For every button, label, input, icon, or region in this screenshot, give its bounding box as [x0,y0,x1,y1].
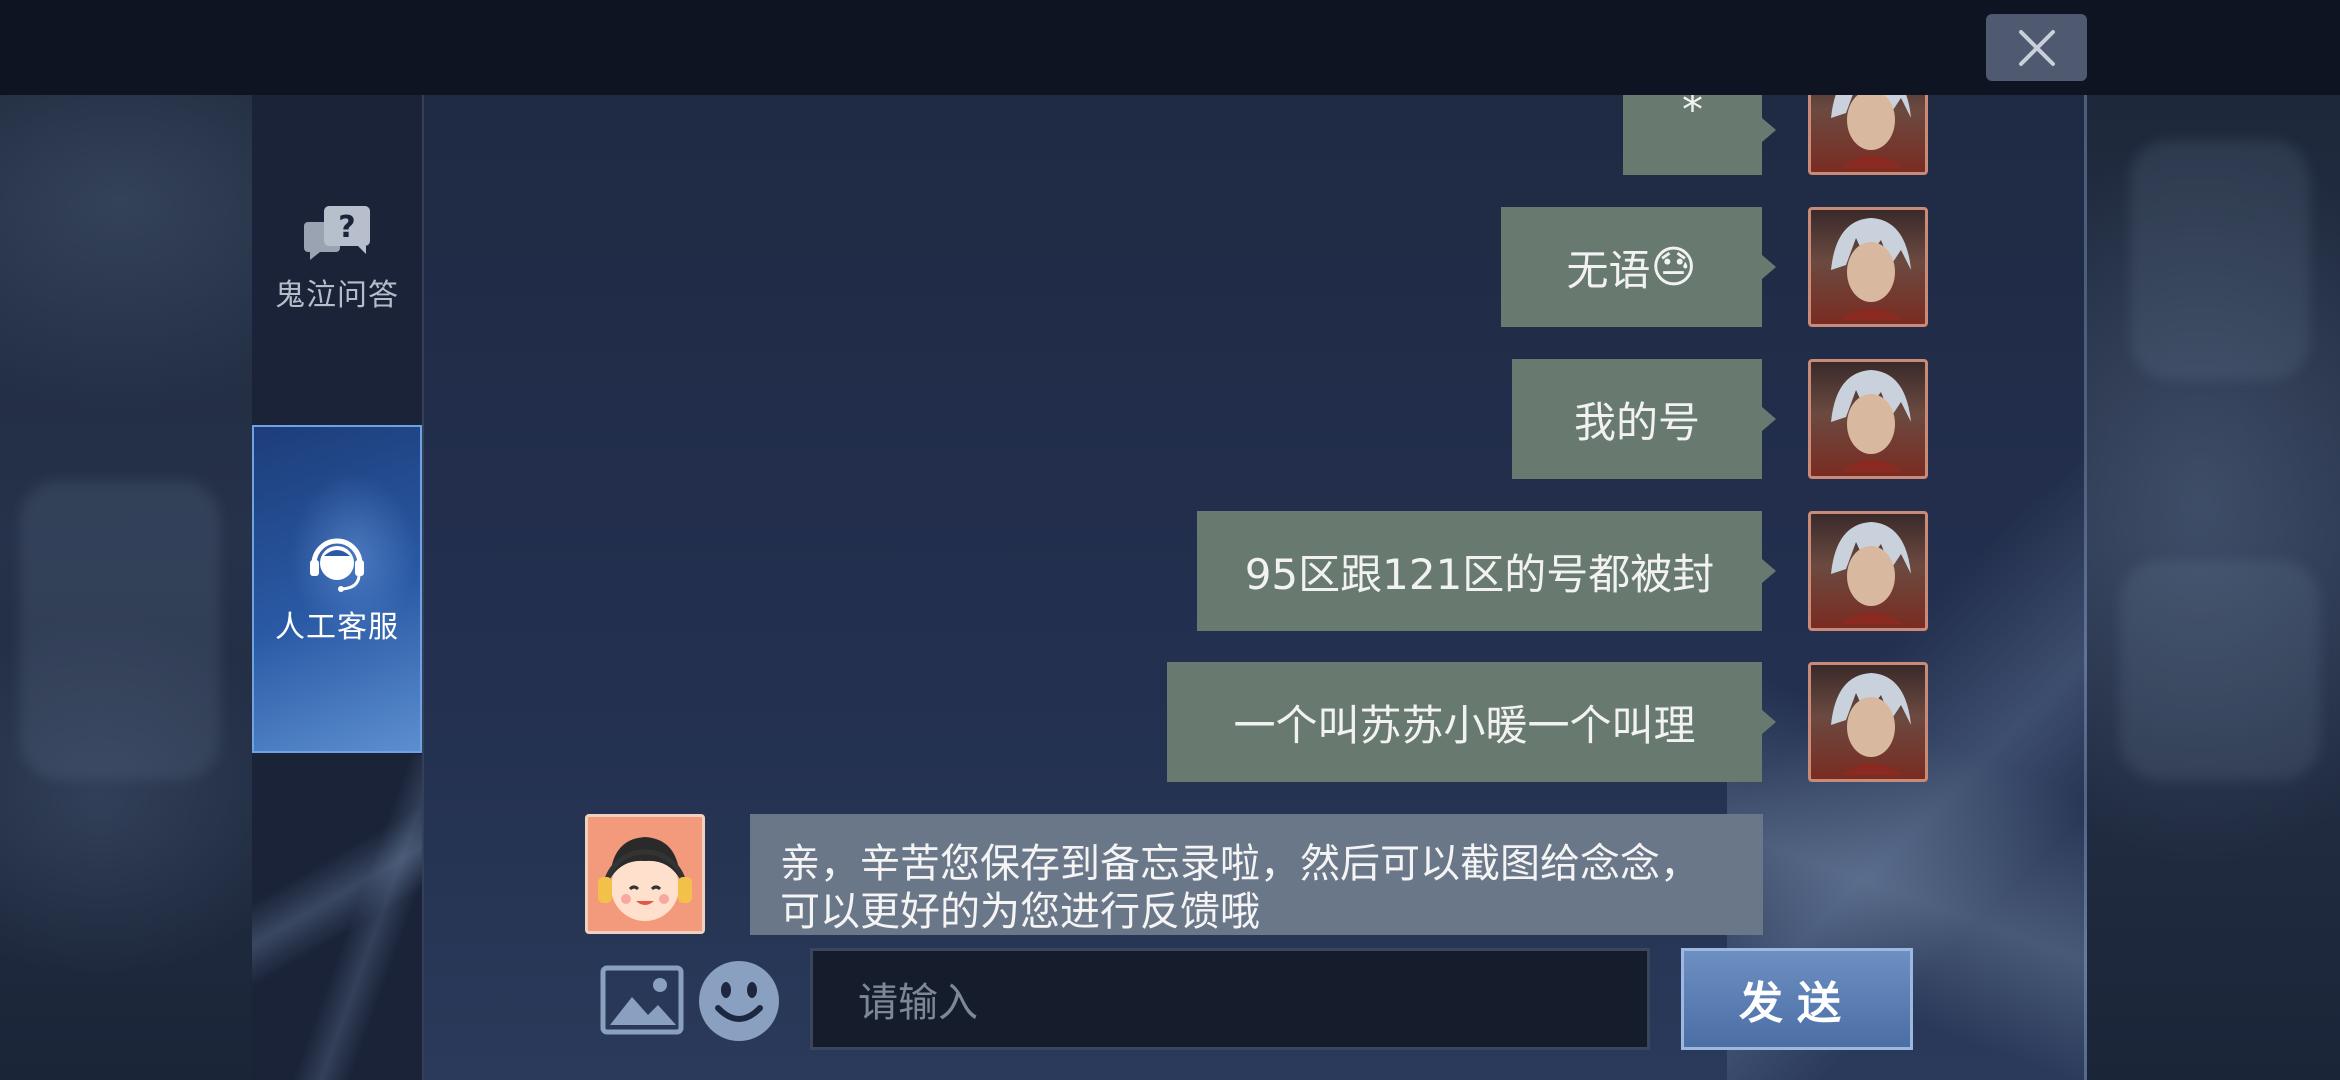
input-placeholder: 请输入 [858,980,978,1026]
avatar-portrait [1831,95,1911,168]
ice-shard-decoration [252,755,422,1080]
avatar-portrait [1831,522,1911,624]
background-blur-shape [20,480,220,780]
agent-cartoon-avatar [598,837,692,921]
user-message-bubble: 无语 😓 [1501,207,1776,327]
sidebar: ? 鬼泣问答 人工客服 [252,95,424,1080]
avatar-portrait [1831,673,1911,775]
user-message-bubble: 一个叫苏苏小暖一个叫理 [1167,662,1776,782]
svg-text:?: ? [338,210,355,245]
emoji-button[interactable] [696,958,782,1048]
user-avatar[interactable] [1808,511,1928,631]
avatar-portrait [1831,218,1911,320]
avatar-portrait [1831,370,1911,472]
user-message-bubble: * [1623,95,1776,175]
image-button[interactable] [600,965,684,1039]
image-icon [600,965,684,1035]
top-bar [0,0,2340,95]
send-button[interactable]: 发送 [1681,948,1913,1050]
panel-edge [2084,95,2087,1080]
agent-avatar[interactable] [585,814,705,934]
message-text: * [1682,95,1703,134]
sidebar-item-label: 人工客服 [275,610,399,645]
close-icon [2018,29,2055,66]
message-text: 亲，辛苦您保存到备忘录啦，然后可以截图给念念，可以更好的为您进行反馈哦 [780,841,1700,935]
user-avatar[interactable] [1808,359,1928,479]
user-avatar[interactable] [1808,662,1928,782]
message-text: 无语 [1566,245,1651,295]
sidebar-item-label: 鬼泣问答 [275,278,399,313]
user-avatar[interactable] [1808,95,1928,175]
message-text: 一个叫苏苏小暖一个叫理 [1233,700,1696,750]
sidebar-item-qa[interactable]: ? 鬼泣问答 [252,195,422,325]
sweat-emoji-icon: 😓 [1650,241,1697,293]
user-message-bubble: 95区跟121区的号都被封 [1197,511,1776,631]
message-input[interactable]: 请输入 [810,948,1650,1050]
headset-agent-icon [310,538,364,592]
sidebar-item-human-service[interactable]: 人工客服 [252,425,422,753]
message-text: 95区跟121区的号都被封 [1244,549,1715,599]
user-avatar[interactable] [1808,207,1928,327]
background-blur-shape [2120,560,2320,780]
close-button[interactable] [1986,14,2087,81]
qa-bubble-icon: ? [304,206,370,260]
background-blur-shape [2130,140,2310,380]
emoji-icon [699,961,779,1041]
user-message-bubble: 我的号 [1512,359,1776,479]
agent-message-bubble: 亲，辛苦您保存到备忘录啦，然后可以截图给念念，可以更好的为您进行反馈哦 [750,814,1763,935]
message-text: 我的号 [1573,397,1700,447]
